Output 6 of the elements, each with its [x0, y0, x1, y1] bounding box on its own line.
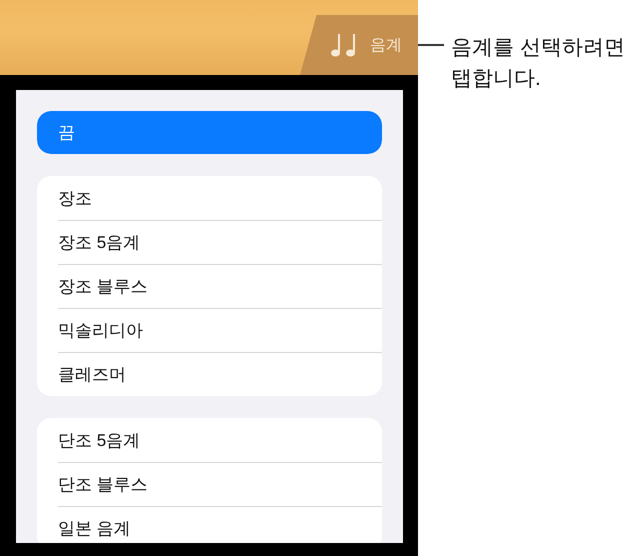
scale-option[interactable]: 끔 [37, 111, 382, 154]
callout-text: 음계를 선택하려면 탭합니다. [451, 35, 626, 92]
scale-option[interactable]: 일본 음계 [37, 506, 382, 543]
music-notes-icon [330, 32, 358, 58]
leader-line [418, 44, 444, 46]
scale-option[interactable]: 클레즈머 [37, 352, 382, 396]
